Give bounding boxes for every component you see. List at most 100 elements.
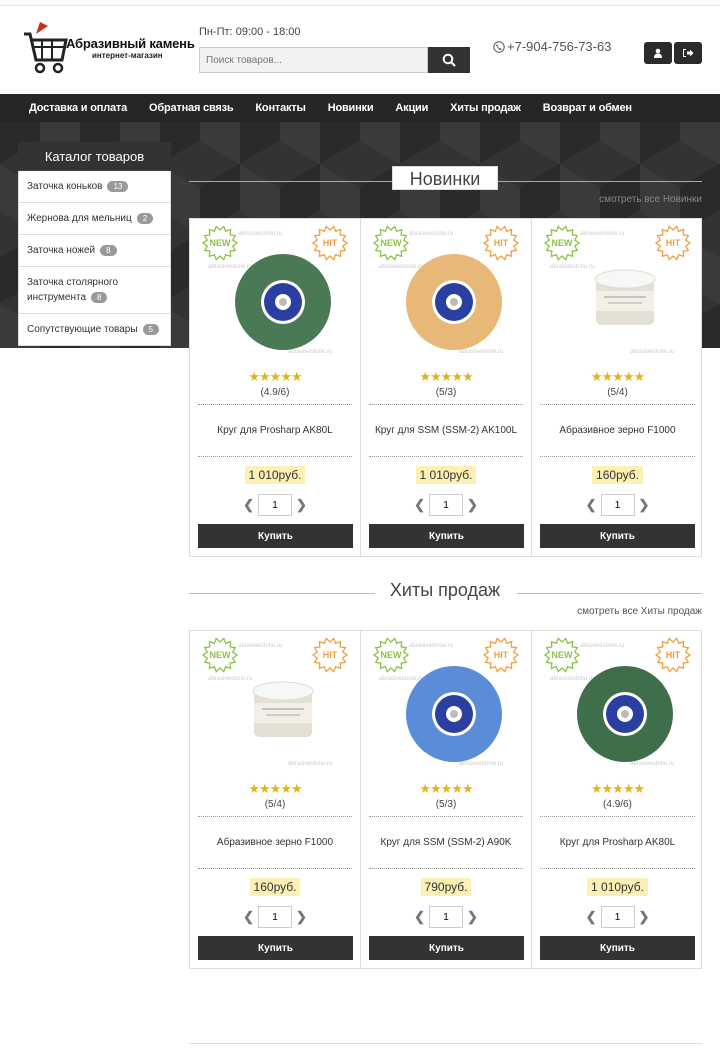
hit-badge-icon: HIT bbox=[311, 225, 349, 261]
product-image-area[interactable]: abrasivestone.ru abrasivestone.ru abrasive… bbox=[369, 631, 523, 781]
rating-stars-icon: ★★★★★ bbox=[248, 781, 302, 796]
product-image-area[interactable]: abrasivestone.ru abrasivestone.ru abrasive… bbox=[198, 219, 352, 369]
new-badge-label: NEW bbox=[551, 238, 573, 248]
product-name-link[interactable]: Круг для SSM (SSM-2) AK100L bbox=[369, 405, 523, 457]
buy-button[interactable]: Купить bbox=[540, 524, 695, 548]
nav-item-promo[interactable]: Акции bbox=[395, 94, 428, 122]
buy-button[interactable]: Купить bbox=[369, 524, 524, 548]
increase-qty-icon[interactable]: ❯ bbox=[467, 497, 478, 513]
search-input[interactable] bbox=[199, 47, 428, 73]
nav-item-new[interactable]: Новинки bbox=[328, 94, 374, 122]
catalog-item-label: Заточка коньков bbox=[27, 181, 103, 192]
hit-badge-label: HIT bbox=[665, 650, 681, 660]
decrease-qty-icon[interactable]: ❮ bbox=[414, 909, 425, 925]
count-badge: 8 bbox=[100, 244, 117, 256]
quantity-input[interactable] bbox=[258, 494, 292, 516]
new-badge-label: NEW bbox=[380, 238, 402, 248]
increase-qty-icon[interactable]: ❯ bbox=[639, 909, 650, 925]
buy-button[interactable]: Купить bbox=[540, 936, 695, 960]
product-image-area[interactable]: abrasivestone.ru abrasivestone.ru abrasive… bbox=[198, 631, 352, 781]
catalog-item-label: Жернова для мельниц bbox=[27, 213, 132, 224]
nav-item-returns[interactable]: Возврат и обмен bbox=[543, 94, 632, 122]
quantity-input[interactable] bbox=[600, 906, 635, 928]
product-wheel-image[interactable] bbox=[233, 252, 333, 357]
new-badge-icon: NEW bbox=[543, 637, 581, 673]
nav-item-feedback[interactable]: Обратная связь bbox=[149, 94, 234, 122]
product-name-link[interactable]: Круг для SSM (SSM-2) A90K bbox=[369, 817, 523, 869]
phone-link[interactable]: +7-904-756-73-63 bbox=[493, 39, 611, 54]
quantity-input[interactable] bbox=[258, 906, 292, 928]
rating-value: (5/3) bbox=[369, 799, 523, 817]
product-jar-image[interactable] bbox=[590, 261, 660, 336]
nav-item-delivery[interactable]: Доставка и оплата bbox=[29, 94, 127, 122]
watermark: abrasivestone.ru bbox=[630, 349, 675, 355]
see-all-new-link[interactable]: смотреть все Новинки bbox=[599, 194, 702, 205]
quantity-stepper: ❮❯ bbox=[369, 494, 523, 516]
decrease-qty-icon[interactable]: ❮ bbox=[586, 497, 597, 513]
product-grid-new: abrasivestone.ru abrasivestone.ru abrasive… bbox=[189, 218, 702, 557]
product-name-link[interactable]: Абразивное зерно F1000 bbox=[198, 817, 352, 869]
logo-title: Абразивный камень bbox=[66, 36, 195, 51]
buy-button[interactable]: Купить bbox=[369, 936, 524, 960]
product-name-link[interactable]: Абразивное зерно F1000 bbox=[540, 405, 695, 457]
watermark: abrasivestone.ru bbox=[409, 643, 454, 649]
quantity-stepper: ❮❯ bbox=[540, 906, 695, 928]
nav-item-contacts[interactable]: Контакты bbox=[255, 94, 305, 122]
watermark: abrasivestone.ru bbox=[550, 264, 595, 270]
catalog-item[interactable]: Жернова для мельниц 2 bbox=[18, 203, 171, 235]
new-badge-label: NEW bbox=[209, 238, 231, 248]
catalog-item[interactable]: Сопутствующие товары 5 bbox=[18, 314, 171, 346]
decrease-qty-icon[interactable]: ❮ bbox=[243, 497, 254, 513]
count-badge: 5 bbox=[142, 323, 159, 335]
watermark: abrasivestone.ru bbox=[580, 231, 625, 237]
product-wheel-image[interactable] bbox=[404, 252, 504, 357]
logo[interactable]: Абразивный камень интернет-магазин bbox=[22, 20, 195, 76]
decrease-qty-icon[interactable]: ❮ bbox=[243, 909, 254, 925]
watermark: abrasivestone.ru bbox=[208, 676, 253, 682]
search-form bbox=[199, 47, 470, 73]
hit-badge-icon: HIT bbox=[482, 637, 520, 673]
see-all-hits-link[interactable]: смотреть все Хиты продаж bbox=[577, 606, 702, 617]
product-price: 790руб. bbox=[420, 878, 472, 896]
product-name-link[interactable]: Круг для Prosharp AK80L bbox=[540, 817, 695, 869]
decrease-qty-icon[interactable]: ❮ bbox=[414, 497, 425, 513]
product-image-area[interactable]: abrasivestone.ru abrasivestone.ru abrasive… bbox=[540, 631, 695, 781]
quantity-input[interactable] bbox=[429, 494, 463, 516]
product-image-area[interactable]: abrasivestone.ru abrasivestone.ru abrasive… bbox=[540, 219, 695, 369]
count-badge: 13 bbox=[107, 180, 129, 192]
buy-button[interactable]: Купить bbox=[198, 524, 353, 548]
rating-stars-icon: ★★★★★ bbox=[248, 369, 302, 384]
new-badge-label: NEW bbox=[380, 650, 402, 660]
increase-qty-icon[interactable]: ❯ bbox=[296, 909, 307, 925]
product-name-link[interactable]: Круг для Prosharp AK80L bbox=[198, 405, 352, 457]
quantity-input[interactable] bbox=[600, 494, 635, 516]
rating-value: (4.9/6) bbox=[198, 387, 352, 405]
decrease-qty-icon[interactable]: ❮ bbox=[586, 909, 597, 925]
increase-qty-icon[interactable]: ❯ bbox=[467, 909, 478, 925]
rating-value: (4.9/6) bbox=[540, 799, 695, 817]
increase-qty-icon[interactable]: ❯ bbox=[296, 497, 307, 513]
product-wheel-image[interactable] bbox=[404, 664, 504, 769]
search-button[interactable] bbox=[428, 47, 470, 73]
watermark: abrasivestone.ru bbox=[238, 231, 283, 237]
product-price: 1 010руб. bbox=[587, 878, 648, 896]
watermark: abrasivestone.ru bbox=[238, 643, 283, 649]
account-button[interactable] bbox=[644, 42, 672, 64]
product-wheel-image[interactable] bbox=[575, 664, 675, 769]
buy-button[interactable]: Купить bbox=[198, 936, 353, 960]
product-image-area[interactable]: abrasivestone.ru abrasivestone.ru abrasive… bbox=[369, 219, 523, 369]
product-card: abrasivestone.ru abrasivestone.ru abrasive… bbox=[361, 631, 532, 968]
hit-badge-icon: HIT bbox=[654, 637, 692, 673]
product-card: abrasivestone.ru abrasivestone.ru abrasive… bbox=[532, 219, 703, 556]
product-jar-image[interactable] bbox=[248, 673, 318, 748]
product-price: 160руб. bbox=[249, 878, 301, 896]
hit-badge-label: HIT bbox=[322, 650, 338, 660]
increase-qty-icon[interactable]: ❯ bbox=[639, 497, 650, 513]
user-icon bbox=[654, 48, 662, 58]
catalog-item[interactable]: Заточка ножей 8 bbox=[18, 235, 171, 267]
catalog-item[interactable]: Заточка столярного инструмента 8 bbox=[18, 267, 171, 314]
quantity-input[interactable] bbox=[429, 906, 463, 928]
catalog-item[interactable]: Заточка коньков 13 bbox=[18, 171, 171, 203]
login-button[interactable] bbox=[674, 42, 702, 64]
nav-item-hits[interactable]: Хиты продаж bbox=[450, 94, 521, 122]
